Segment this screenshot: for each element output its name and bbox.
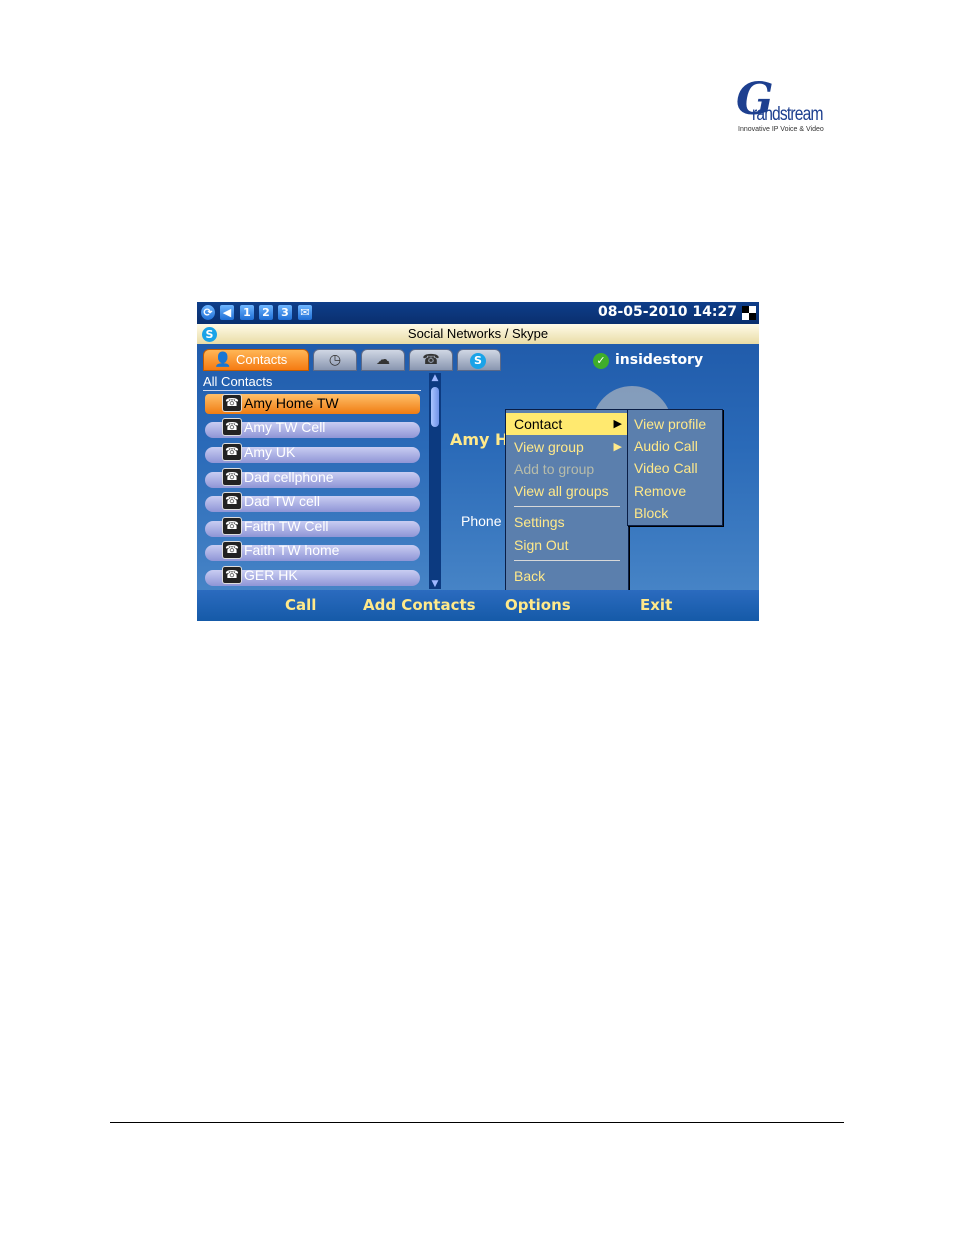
list-item[interactable]: ☎ Faith TW Cell [205,517,420,537]
clock-icon: ◷ [328,352,342,368]
scroll-thumb[interactable] [431,387,439,427]
phone-screen: ⟳ ◀ 1 2 3 ✉ 08-05-2010 14:27 S Social Ne… [197,302,759,621]
phone-icon: ☎ [222,517,242,535]
menu-item-label: View all groups [514,483,609,499]
menu-item-back[interactable]: Back [506,565,628,587]
phone-icon: ☎ [222,418,242,436]
chevron-right-icon: ▶ [613,441,622,453]
sync-icon: ⟳ [201,305,215,320]
skype-icon: S [470,353,486,369]
list-item[interactable]: ☎ Amy TW Cell [205,418,420,438]
contact-name: Amy UK [244,444,296,460]
phone-icon: ☎ [222,468,242,486]
menu-item-contact[interactable]: Contact ▶ [506,413,628,435]
title-bar: S Social Networks / Skype [197,324,759,344]
logo-tagline: Innovative IP Voice & Video [738,126,824,133]
contact-name: Faith TW Cell [244,518,329,534]
menu-divider [514,560,620,561]
menu-item-label: View group [514,439,584,455]
menu-item-label: Back [514,568,546,584]
scroll-down-icon[interactable]: ▼ [429,579,441,589]
list-item[interactable]: ☎ GER HK [205,566,420,586]
phone-icon: ☎ [422,352,440,368]
menu-item-add-to-group: Add to group [506,458,628,480]
menu-item-label: Add to group [514,461,595,477]
list-header: All Contacts [203,373,421,391]
menu-item-label: Settings [514,514,565,530]
contact-list: All Contacts ☎ Amy Home TW ☎ Amy TW Cell… [203,373,441,589]
submenu-item-audio-call[interactable]: Audio Call [628,435,722,457]
phone-icon: ☎ [222,566,242,584]
contact-name: Faith TW home [244,542,340,558]
line-1-icon[interactable]: 1 [240,305,254,320]
contact-submenu: View profile Audio Call Video Call Remov… [627,409,723,526]
options-button[interactable]: Options [505,596,571,614]
add-contacts-button[interactable]: Add Contacts [363,596,476,614]
status-icon: ☁ [376,352,390,368]
menu-divider [514,506,620,507]
submenu-item-remove[interactable]: Remove [628,480,722,502]
softkey-bar: Call Add Contacts Options Exit [197,590,759,621]
submenu-item-video-call[interactable]: Video Call [628,457,722,479]
list-item[interactable]: ☎ Dad TW cell [205,492,420,512]
status-datetime: 08-05-2010 14:27 [598,304,737,320]
call-button[interactable]: Call [285,596,316,614]
message-icon: ✉ [298,305,312,320]
list-item[interactable]: ☎ Amy Home TW [205,394,420,414]
options-menu: Contact ▶ View group ▶ Add to group View… [505,409,629,591]
menu-item-settings[interactable]: Settings [506,511,628,533]
online-status-icon: ✓ [593,353,609,369]
footer-divider [110,1122,844,1123]
contact-detail-name: Amy H [450,430,509,449]
phone-icon: ☎ [222,492,242,510]
list-item[interactable]: ☎ Dad cellphone [205,468,420,488]
tab-contacts-label: Contacts [236,352,288,367]
contacts-icon: 👤 [214,352,232,368]
menu-item-label: Sign Out [514,537,569,553]
list-item[interactable]: ☎ Faith TW home [205,541,420,561]
grandstream-logo: G randstream Innovative IP Voice & Video [736,74,836,138]
page-title: Social Networks / Skype [407,326,549,341]
list-item[interactable]: ☎ Amy UK [205,443,420,463]
menu-item-label: Contact [514,416,563,432]
scroll-up-icon[interactable]: ▲ [429,373,441,383]
phone-icon: ☎ [222,541,242,559]
tab-status[interactable]: ☁ [361,349,405,371]
chevron-right-icon: ▶ [613,418,622,430]
contact-name: Dad cellphone [244,469,334,485]
exit-button[interactable]: Exit [640,596,672,614]
contact-name: Amy Home TW [244,395,339,411]
list-scrollbar[interactable]: ▲ ▼ [429,373,441,589]
contact-name: GER HK [244,567,298,583]
contact-detail-phone-label: Phone [461,513,502,529]
phone-icon: ☎ [222,394,242,412]
contact-name: Amy TW Cell [244,419,326,435]
submenu-item-block[interactable]: Block [628,502,722,524]
status-bar: ⟳ ◀ 1 2 3 ✉ 08-05-2010 14:27 [197,302,759,324]
grid-icon [742,306,756,320]
phone-icon: ☎ [222,443,242,461]
tab-phone[interactable]: ☎ [409,349,453,371]
contact-name: Dad TW cell [244,493,320,509]
submenu-item-view-profile[interactable]: View profile [628,413,722,435]
tab-contacts[interactable]: 👤 Contacts [203,349,309,371]
tab-history[interactable]: ◷ [313,349,357,371]
menu-item-view-all-groups[interactable]: View all groups [506,480,628,502]
username: insidestory [615,352,704,368]
volume-icon: ◀ [220,305,234,320]
menu-item-sign-out[interactable]: Sign Out [506,534,628,556]
line-2-icon[interactable]: 2 [259,305,273,320]
logo-word: randstream [752,104,823,125]
tab-bar: 👤 Contacts ◷ ☁ ☎ S ✓ insidestory [197,344,759,372]
line-3-icon[interactable]: 3 [278,305,292,320]
tab-skype[interactable]: S [457,349,501,371]
menu-item-view-group[interactable]: View group ▶ [506,436,628,458]
